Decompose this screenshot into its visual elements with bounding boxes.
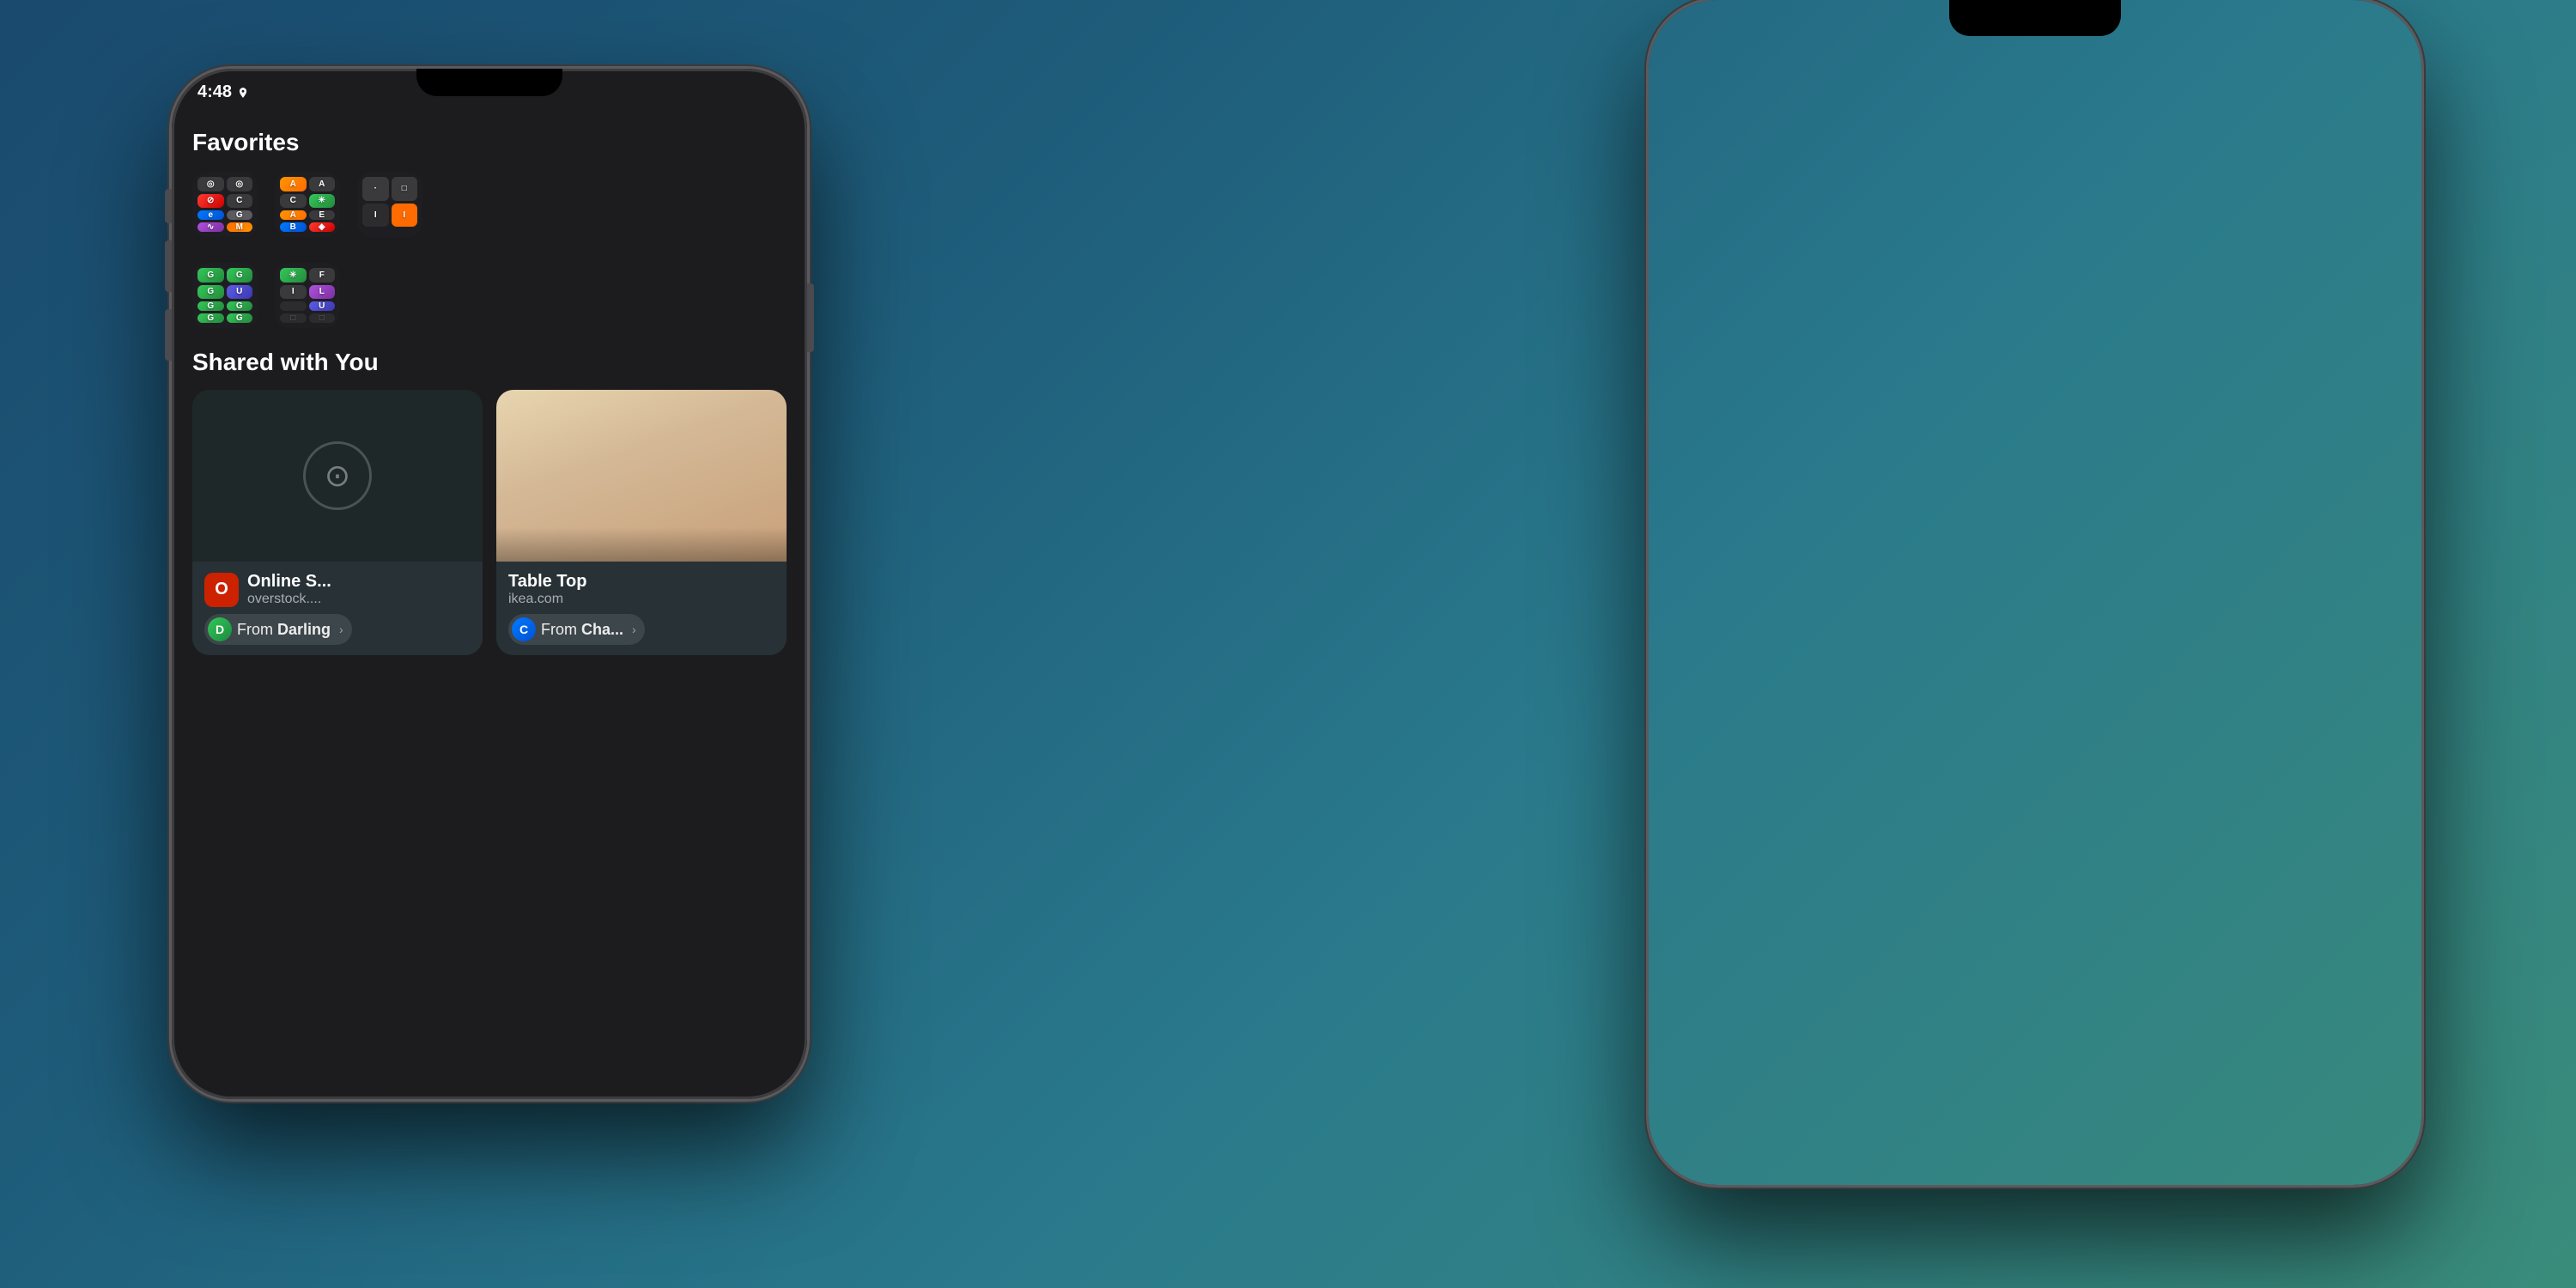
card-app-icon-1-back: O xyxy=(204,573,239,607)
mute-switch-back xyxy=(165,189,172,223)
app-back-1-5[interactable]: e xyxy=(197,210,224,220)
from-text-2-back: From Cha... xyxy=(541,621,623,639)
vol-down-back xyxy=(165,309,172,361)
phone-front: 4:49 xyxy=(1649,0,2421,1185)
app-back-4-8[interactable]: G xyxy=(227,313,253,323)
app-back-2-3[interactable]: C xyxy=(280,194,307,209)
location-icon-back xyxy=(237,87,249,99)
app-back-4-4[interactable]: U xyxy=(227,285,253,300)
from-chevron-2-back: › xyxy=(632,623,636,636)
app-back-4-7[interactable]: G xyxy=(197,313,224,323)
card-info-1-back: O Online S... overstock.... D From Darli… xyxy=(192,562,483,655)
shared-title-back: Shared with You xyxy=(192,349,379,376)
app-back-5-7[interactable]: □ xyxy=(280,313,307,323)
card-thumb-1-back: ⊙ xyxy=(192,390,483,562)
app-back-5-8[interactable]: □ xyxy=(309,313,336,323)
folders-row2-back: G G G U G G G G ✳ F I L U □ xyxy=(192,263,787,328)
screen-back: 4:48 Favorites ◎ ◎ ⊘ C e G ∿ xyxy=(172,69,807,1099)
card-domain-2-back: ikea.com xyxy=(508,592,586,607)
back-content: Favorites ◎ ◎ ⊘ C e G ∿ M A A xyxy=(172,112,807,1099)
notch-back xyxy=(416,69,562,96)
time-display-back: 4:48 xyxy=(197,82,232,102)
from-badge-2-back[interactable]: C From Cha... › xyxy=(508,614,645,645)
app-back-1-1[interactable]: ◎ xyxy=(197,177,224,191)
from-avatar-2-back: C xyxy=(512,617,536,641)
app-back-3-1[interactable]: · xyxy=(362,177,389,201)
from-text-1-back: From Darling xyxy=(237,621,331,639)
app-back-2-7[interactable]: B xyxy=(280,222,307,232)
notch-front xyxy=(1949,0,2121,36)
app-back-1-7[interactable]: ∿ xyxy=(197,222,224,232)
card-name-2-back: Table Top xyxy=(508,572,586,592)
folders-row1-back: ◎ ◎ ⊘ C e G ∿ M A A C ✳ A E B xyxy=(192,172,787,237)
from-avatar-1-back: D xyxy=(208,617,232,641)
folder-3-back[interactable]: · □ I I xyxy=(357,172,422,237)
app-back-1-2[interactable]: ◎ xyxy=(227,177,253,191)
favorites-title-back: Favorites xyxy=(192,129,787,156)
app-back-1-3[interactable]: ⊘ xyxy=(197,194,224,209)
phone-back: 4:48 Favorites ◎ ◎ ⊘ C e G ∿ xyxy=(172,69,807,1099)
compass-icon-1-back: ⊙ xyxy=(303,441,372,510)
app-back-2-6[interactable]: E xyxy=(309,210,336,220)
app-back-3-4[interactable]: I xyxy=(392,204,418,228)
shared-card-2-back[interactable]: Table Top ikea.com C From Cha... › xyxy=(496,390,787,655)
card-title-row-1-back: O Online S... overstock.... xyxy=(204,572,471,607)
app-back-5-6[interactable]: U xyxy=(309,301,336,311)
app-back-1-8[interactable]: M xyxy=(227,222,253,232)
folder-1-back[interactable]: ◎ ◎ ⊘ C e G ∿ M xyxy=(192,172,258,237)
vol-up-back xyxy=(165,240,172,292)
card-text-1-back: Online S... overstock.... xyxy=(247,572,331,607)
shared-card-1-back[interactable]: ⊙ O Online S... overstock.... D Fro xyxy=(192,390,483,655)
app-back-5-1[interactable]: ✳ xyxy=(280,268,307,283)
app-back-3-3[interactable]: I xyxy=(362,204,389,228)
app-back-2-2[interactable]: A xyxy=(309,177,336,191)
card-info-2-back: Table Top ikea.com C From Cha... › xyxy=(496,562,787,655)
app-back-5-4[interactable]: L xyxy=(309,285,336,300)
app-back-1-4[interactable]: C xyxy=(227,194,253,209)
card-title-row-2-back: Table Top ikea.com xyxy=(508,572,775,607)
app-back-5-5[interactable] xyxy=(280,301,307,311)
app-back-2-4[interactable]: ✳ xyxy=(309,194,336,209)
app-back-4-5[interactable]: G xyxy=(197,301,224,311)
shared-header-back: Shared with You xyxy=(192,349,787,376)
app-back-4-2[interactable]: G xyxy=(227,268,253,283)
app-back-4-3[interactable]: G xyxy=(197,285,224,300)
app-back-2-1[interactable]: A xyxy=(280,177,307,191)
card-thumb-2-back xyxy=(496,390,787,562)
app-back-4-1[interactable]: G xyxy=(197,268,224,283)
folder-4-back[interactable]: G G G U G G G G xyxy=(192,263,258,328)
time-back: 4:48 xyxy=(197,82,249,102)
app-back-5-2[interactable]: F xyxy=(309,268,336,283)
shared-cards-back: ⊙ O Online S... overstock.... D Fro xyxy=(192,390,787,655)
app-back-2-8[interactable]: ◈ xyxy=(309,222,336,232)
app-back-3-2[interactable]: □ xyxy=(392,177,418,201)
power-btn-back xyxy=(807,283,814,352)
app-back-5-3[interactable]: I xyxy=(280,285,307,300)
app-back-1-6[interactable]: G xyxy=(227,210,253,220)
card-name-1-back: Online S... xyxy=(247,572,331,592)
app-back-2-5[interactable]: A xyxy=(280,210,307,220)
from-chevron-1-back: › xyxy=(339,623,343,636)
folder-2-back[interactable]: A A C ✳ A E B ◈ xyxy=(275,172,340,237)
card-text-2-back: Table Top ikea.com xyxy=(508,572,586,607)
folder-5-back[interactable]: ✳ F I L U □ □ xyxy=(275,263,340,328)
from-badge-1-back[interactable]: D From Darling › xyxy=(204,614,352,645)
card-domain-1-back: overstock.... xyxy=(247,592,331,607)
app-back-4-6[interactable]: G xyxy=(227,301,253,311)
